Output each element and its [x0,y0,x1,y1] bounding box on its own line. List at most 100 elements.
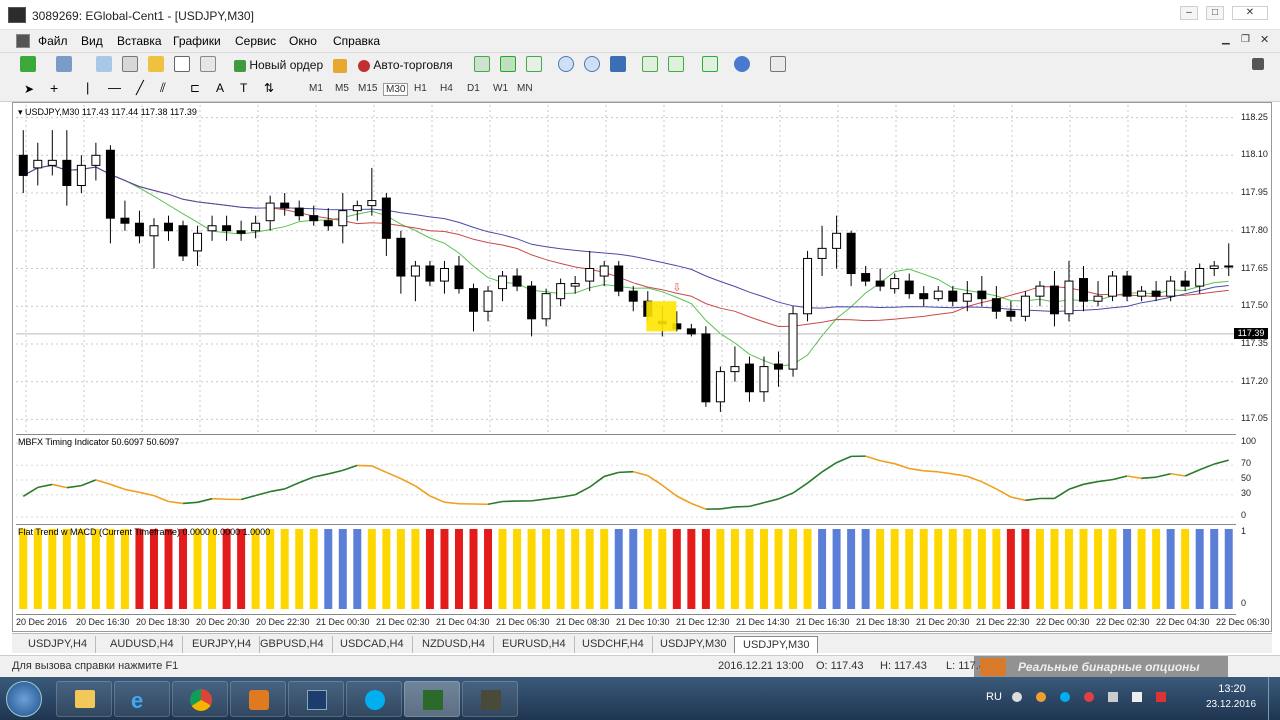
metaeditor-icon[interactable] [333,56,347,75]
candle-body [454,265,464,290]
child-minimize-icon[interactable]: ▁ [1222,34,1230,45]
chart-shift-icon[interactable] [668,56,684,75]
cursor-icon[interactable]: ➤ [24,82,34,96]
tab-usdchf-h4[interactable]: USDCHF,H4 [574,636,653,653]
tester-icon[interactable] [200,56,216,75]
tray-app-icon[interactable] [1036,692,1046,702]
mbfx-segment [1025,497,1041,502]
menu-insert[interactable]: Вставка [117,34,162,48]
tray-time[interactable]: 13:20 [1212,683,1252,695]
flat-trend-bar [600,529,609,609]
flat-trend-bar [948,529,957,609]
taskbar-media-icon[interactable] [230,681,286,717]
mbfx-segment [763,498,779,504]
taskbar-photoshop-icon[interactable] [288,681,344,717]
tray-date[interactable]: 23.12.2016 [1200,699,1262,710]
indicators-icon[interactable] [702,56,718,75]
mbfx-segment [1097,478,1113,483]
zoom-in-icon[interactable] [558,56,574,75]
tab-eurjpy-h4[interactable]: EURJPY,H4 [184,636,261,653]
profiles-icon[interactable] [56,56,72,75]
tray-battery-icon[interactable] [1108,692,1118,702]
timeframe-m30[interactable]: M30 [383,83,409,96]
taskbar-skype-icon[interactable] [346,681,402,717]
trendline-icon[interactable]: ╱ [136,80,144,96]
candlestick-icon[interactable] [500,56,516,75]
tab-eurusd-h4[interactable]: EURUSD,H4 [494,636,575,653]
tab-nzdusd-h4[interactable]: NZDUSD,H4 [414,636,494,653]
data-window-icon[interactable] [122,56,138,75]
menu-window[interactable]: Окно [289,34,317,48]
timeframe-m5[interactable]: M5 [335,83,349,94]
text-icon[interactable]: A [216,81,224,95]
flat-trend-pane[interactable]: Flat Trend w MACD (Current Timeframe) 0.… [16,524,1236,612]
horizontal-line-icon[interactable]: — [108,80,121,95]
timeframe-m1[interactable]: M1 [309,83,323,94]
child-close-icon[interactable]: ✕ [1260,33,1269,46]
tray-network-icon[interactable] [1156,692,1166,702]
timeframe-d1[interactable]: D1 [467,83,480,94]
child-restore-icon[interactable]: ❐ [1241,34,1250,45]
timeframe-h4[interactable]: H4 [440,83,453,94]
tab-usdjpy-h4[interactable]: USDJPY,H4 [20,636,97,653]
chart-window[interactable]: ⇩ ▾ USDJPY,M30 117.43 117.44 117.38 117.… [12,102,1272,632]
autoscroll-icon[interactable] [642,56,658,75]
taskbar-ie-icon[interactable]: e [114,681,170,717]
bar-chart-icon[interactable] [474,56,490,75]
tray-record-icon[interactable] [1084,692,1094,702]
mbfx-segment [1141,476,1157,480]
tab-gbpusd-h4[interactable]: GBPUSD,H4 [252,636,333,653]
templates-icon[interactable] [770,56,786,75]
tile-windows-icon[interactable] [610,56,626,75]
flat-trend-bar [251,529,260,609]
menu-tools[interactable]: Сервис [235,34,276,48]
candle-body [396,237,406,277]
start-button[interactable] [6,681,42,717]
tray-arrow-icon[interactable] [1012,692,1022,702]
menu-file[interactable]: Файл [38,34,68,48]
market-watch-icon[interactable] [96,56,112,75]
price-pane[interactable]: ⇩ ▾ USDJPY,M30 117.43 117.44 117.38 117.… [16,105,1236,432]
timeframe-m15[interactable]: M15 [358,83,377,94]
timeframe-mn[interactable]: MN [517,83,533,94]
terminal-icon[interactable] [174,56,190,75]
line-chart-icon[interactable] [526,56,542,75]
arrows-icon[interactable]: ⇅ [264,81,274,95]
periods-icon[interactable] [734,56,750,75]
taskbar-chrome-icon[interactable] [172,681,228,717]
menu-charts[interactable]: Графики [173,34,221,48]
tray-language[interactable]: RU [986,691,1002,703]
community-icon[interactable] [1252,58,1264,70]
timeframe-w1[interactable]: W1 [493,83,508,94]
menu-view[interactable]: Вид [81,34,103,48]
crosshair-icon[interactable]: + [50,80,58,96]
mbfx-tick-label: 50 [1241,473,1252,483]
taskbar-app-icon[interactable] [462,681,518,717]
taskbar-metatrader-icon[interactable] [404,681,460,717]
tab-audusd-h4[interactable]: AUDUSD,H4 [102,636,183,653]
tray-volume-icon[interactable] [1132,692,1142,702]
autotrading-button[interactable]: Авто-торговля [358,56,453,75]
new-order-button[interactable]: Новый ордер [234,56,323,75]
tray-skype-icon[interactable] [1060,692,1070,702]
channel-icon[interactable]: ⫽ [160,80,166,96]
text-label-icon[interactable]: T [240,81,247,95]
maximize-button[interactable]: □ [1206,6,1224,20]
navigator-icon[interactable] [148,56,164,75]
show-desktop-button[interactable] [1268,677,1280,720]
tab-usdcad-h4[interactable]: USDCAD,H4 [332,636,413,653]
minimize-button[interactable]: – [1180,6,1198,20]
close-button[interactable]: ✕ [1232,6,1268,20]
zoom-out-icon[interactable] [584,56,600,75]
fibonacci-icon[interactable]: ⊏ [190,81,200,95]
new-chart-icon[interactable] [20,56,36,75]
tab-usdjpy-m30[interactable]: USDJPY,M30 [652,636,736,653]
vertical-line-icon[interactable]: | [86,80,89,95]
mbfx-label: MBFX Timing Indicator 50.6097 50.6097 [18,437,180,447]
tab-usdjpy-m30-active[interactable]: USDJPY,M30 [734,636,819,653]
mbfx-pane[interactable]: MBFX Timing Indicator 50.6097 50.6097 [16,434,1236,522]
menu-help[interactable]: Справка [333,34,380,48]
taskbar-explorer-icon[interactable] [56,681,112,717]
candle-body [236,230,246,234]
timeframe-h1[interactable]: H1 [414,83,427,94]
